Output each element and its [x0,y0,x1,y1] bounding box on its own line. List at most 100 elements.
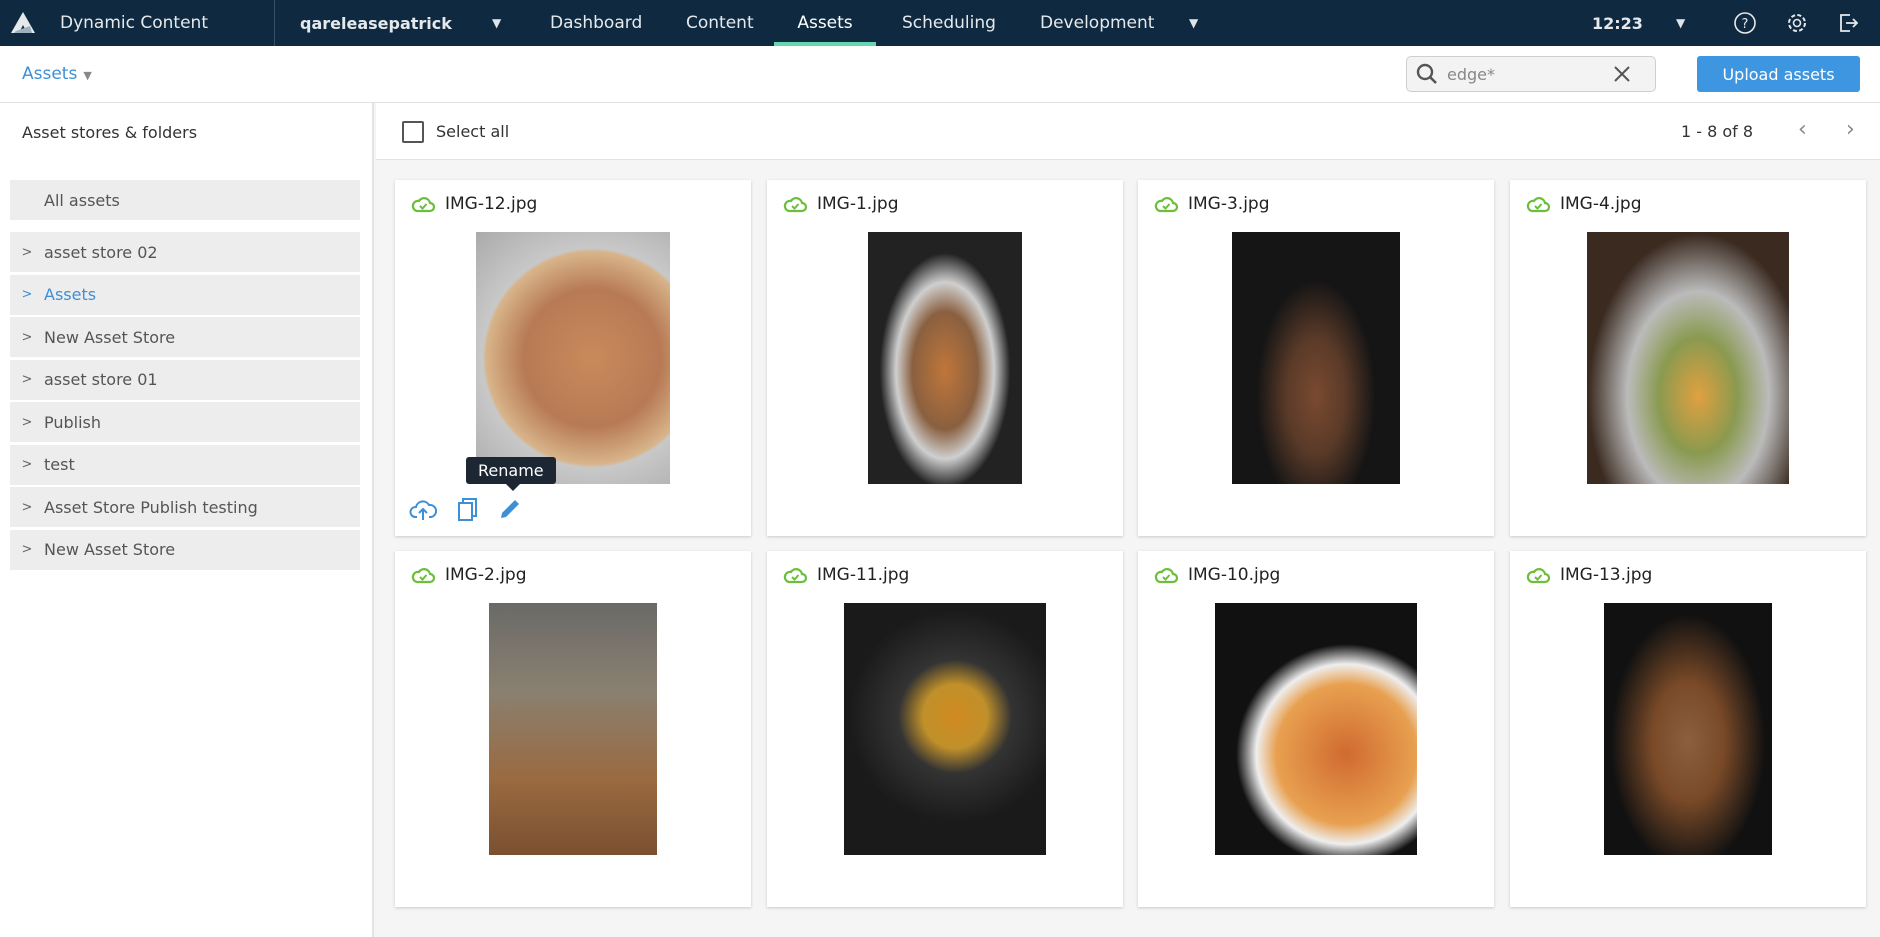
sidebar-item-label: Asset Store Publish testing [44,497,258,517]
breadcrumb-label: Assets [22,64,78,84]
nav-development[interactable]: Development [1036,0,1158,46]
asset-title: IMG-3.jpg [1154,194,1270,214]
select-all-checkbox[interactable] [402,121,424,143]
asset-title: IMG-13.jpg [1526,565,1652,585]
chevron-right-icon[interactable]: > [10,415,44,430]
asset-thumbnail[interactable] [1587,232,1789,484]
clear-search-icon[interactable] [1607,62,1637,86]
cloud-synced-icon [411,568,435,584]
assets-toolbar: Select all 1 - 8 of 8 ‹ › [376,103,1880,160]
asset-name: IMG-11.jpg [817,565,910,585]
chevron-down-icon: ▼ [83,69,92,82]
cloud-synced-icon [1526,568,1550,584]
chevron-right-icon[interactable]: > [10,330,44,345]
asset-name: IMG-10.jpg [1188,565,1281,585]
sidebar-item-label: asset store 02 [44,242,158,262]
nav-dashboard[interactable]: Dashboard [546,0,646,46]
sidebar-item[interactable]: > Assets [10,274,360,315]
pagination-range: 1 - 8 of 8 [1681,122,1754,141]
user-dropdown-icon[interactable]: ▼ [1676,0,1685,46]
sidebar-item-label: New Asset Store [44,327,176,347]
chevron-right-icon[interactable]: > [10,372,44,387]
asset-name: IMG-3.jpg [1188,194,1270,214]
sidebar: Asset stores & folders All assets > asset… [0,103,374,937]
sidebar-item[interactable]: > asset store 01 [10,359,360,400]
app-name: Dynamic Content [60,13,208,33]
asset-card[interactable]: IMG-1.jpg [767,180,1123,536]
nav-assets[interactable]: Assets [774,0,876,46]
svg-text:?: ? [1742,17,1749,32]
chevron-right-icon[interactable]: > [10,542,44,557]
asset-title: IMG-4.jpg [1526,194,1642,214]
sidebar-item[interactable]: > test [10,444,360,485]
asset-name: IMG-4.jpg [1560,194,1642,214]
divider [274,0,275,46]
asset-card[interactable]: IMG-10.jpg [1138,551,1494,907]
logout-icon[interactable] [1836,0,1860,46]
search-icon [1416,63,1437,84]
sidebar-item[interactable]: > New Asset Store [10,529,360,570]
asset-title: IMG-11.jpg [783,565,909,585]
sidebar-item-label: Publish [44,412,102,432]
asset-title: IMG-10.jpg [1154,565,1280,585]
asset-card[interactable]: IMG-4.jpg [1510,180,1866,536]
nav-content[interactable]: Content [682,0,758,46]
chevron-right-icon[interactable]: > [10,457,44,472]
help-icon[interactable]: ? [1733,0,1757,46]
sidebar-item[interactable]: > New Asset Store [10,317,360,357]
sub-header: Assets ▼ Upload assets [0,46,1880,103]
search-box [1406,56,1656,92]
upload-assets-button[interactable]: Upload assets [1697,56,1860,92]
sidebar-item-label: test [44,455,75,474]
next-page-icon[interactable]: › [1846,117,1855,142]
asset-name: IMG-1.jpg [817,194,899,214]
more-nav-dropdown-icon[interactable]: ▼ [1189,0,1198,46]
cloud-synced-icon [1154,568,1178,584]
chevron-right-icon[interactable]: > [10,500,44,515]
sidebar-item-label: Assets [44,285,97,304]
asset-card[interactable]: IMG-13.jpg [1510,551,1866,907]
asset-name: IMG-13.jpg [1560,565,1653,585]
cloud-synced-icon [1154,197,1178,213]
copy-icon[interactable] [455,496,479,522]
asset-thumbnail[interactable] [489,603,657,855]
publish-cloud-icon[interactable] [409,496,437,522]
search-input[interactable] [1447,64,1607,84]
sidebar-item[interactable]: > Asset Store Publish testing [10,487,360,527]
account-switcher[interactable]: qareleasepatrick [300,0,452,46]
asset-thumbnail[interactable] [844,603,1046,855]
chevron-right-icon[interactable]: > [10,245,44,260]
sidebar-item-label: New Asset Store [44,540,176,559]
asset-card[interactable]: IMG-2.jpg [395,551,751,907]
gear-icon[interactable] [1785,0,1809,46]
sidebar-item-all-assets[interactable]: All assets [10,180,360,220]
asset-thumbnail[interactable] [1232,232,1400,484]
cloud-synced-icon [1526,197,1550,213]
account-dropdown-icon[interactable]: ▼ [492,0,501,46]
asset-thumbnail[interactable] [1604,603,1772,855]
asset-title: IMG-12.jpg [411,194,537,214]
pencil-icon[interactable] [497,496,523,522]
cloud-synced-icon [783,568,807,584]
asset-title: IMG-2.jpg [411,565,527,585]
asset-card[interactable]: IMG-11.jpg [767,551,1123,907]
asset-name: IMG-12.jpg [445,194,538,214]
asset-actions [409,496,523,522]
prev-page-icon[interactable]: ‹ [1798,117,1807,142]
sidebar-item-label: asset store 01 [44,370,158,389]
asset-thumbnail[interactable] [868,232,1022,484]
breadcrumb[interactable]: Assets ▼ [22,64,92,84]
asset-card[interactable]: IMG-12.jpg Rename [395,180,751,536]
asset-title: IMG-1.jpg [783,194,899,214]
sidebar-item[interactable]: > Publish [10,402,360,442]
top-nav-bar: Dynamic Content qareleasepatrick ▼ Dashb… [0,0,1880,46]
select-all-label[interactable]: Select all [436,122,509,141]
nav-scheduling[interactable]: Scheduling [898,0,1000,46]
asset-thumbnail[interactable] [476,232,670,484]
cloud-synced-icon [411,197,435,213]
app-logo[interactable] [10,0,38,46]
asset-card[interactable]: IMG-3.jpg [1138,180,1494,536]
sidebar-item[interactable]: > asset store 02 [10,232,360,272]
chevron-right-icon[interactable]: > [10,287,44,302]
asset-thumbnail[interactable] [1215,603,1417,855]
